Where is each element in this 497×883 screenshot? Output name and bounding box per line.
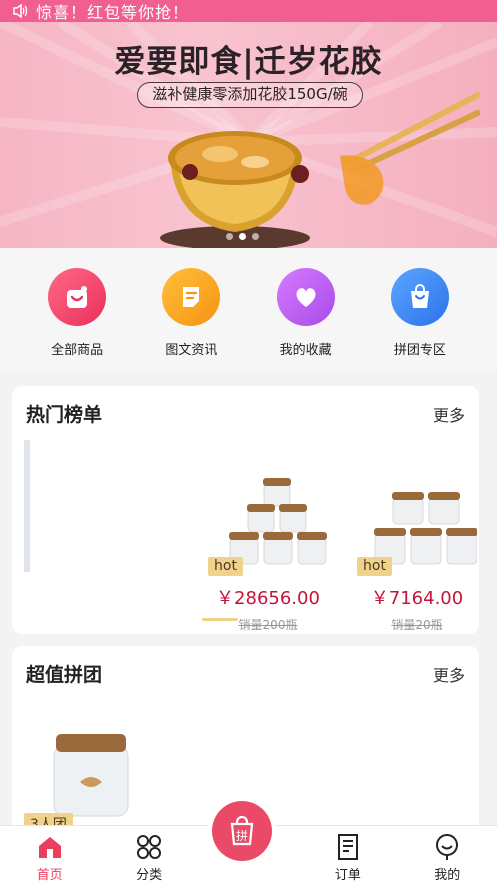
scroll-indicator — [202, 618, 238, 621]
quick-item-favorites[interactable]: 我的收藏 — [256, 268, 356, 370]
product-image: hot — [357, 476, 478, 576]
banner-carousel[interactable]: 爱要即食|迁岁花胶 滋补健康零添加花胶150G/碗 — [0, 22, 497, 248]
quick-item-news[interactable]: 图文资讯 — [141, 268, 241, 370]
product-card[interactable]: hot ￥28656.00 销量200瓶 — [208, 476, 328, 633]
banner-product-image — [160, 92, 480, 248]
more-link[interactable]: 更多 — [433, 662, 465, 686]
more-link[interactable]: 更多 — [433, 402, 465, 426]
product-card[interactable]: hot ￥7164.00 销量20瓶 — [357, 476, 478, 633]
product-price: ￥28656.00 — [216, 588, 320, 609]
product-image: hot — [208, 476, 328, 576]
quick-item-all-products[interactable]: 全部商品 — [27, 268, 127, 370]
heart-icon — [276, 268, 335, 326]
quick-item-group-buy[interactable]: 拼团专区 — [370, 268, 470, 370]
notice-text: 惊喜！红包等你抢！ — [36, 3, 190, 22]
tab-group-buy[interactable]: 拼 — [212, 801, 272, 861]
order-icon — [333, 833, 363, 861]
quick-label: 图文资讯 — [165, 343, 218, 358]
tab-label: 首页 — [36, 868, 63, 883]
section-title: 热门榜单 — [26, 404, 103, 426]
hot-tag: hot — [357, 557, 392, 576]
quick-label: 拼团专区 — [393, 343, 446, 358]
carousel-dot-active[interactable] — [239, 233, 246, 240]
notice-bar[interactable]: 惊喜！红包等你抢！ — [0, 0, 497, 22]
tab-label: 我的 — [434, 868, 461, 883]
group-product-card[interactable]: 3人团 — [24, 728, 134, 836]
product-sales: 销量20瓶 — [391, 618, 443, 632]
document-icon — [162, 268, 221, 326]
hot-product-scroller[interactable]: hot ￥28656.00 销量200瓶 hot ￥7164.00 销量20瓶 — [12, 438, 479, 632]
tab-label: 分类 — [136, 868, 163, 883]
speaker-icon — [13, 3, 28, 19]
tab-profile[interactable]: 我的 — [417, 826, 477, 883]
group-buy-label: 拼 — [236, 829, 248, 843]
hot-list-card: 热门榜单 更多 hot ￥28656.00 销量200瓶 hot ￥7164.0… — [12, 386, 479, 634]
tab-category[interactable]: 分类 — [119, 826, 179, 883]
carousel-dot[interactable] — [226, 233, 233, 240]
banner-title: 爱要即食|迁岁花胶 — [114, 44, 383, 80]
tab-orders[interactable]: 订单 — [318, 826, 378, 883]
quick-label: 我的收藏 — [279, 343, 332, 358]
group-buy-icon: 拼 — [230, 815, 254, 846]
quick-menu: 全部商品 图文资讯 我的收藏 拼团专区 — [0, 248, 497, 370]
hot-tag: hot — [208, 557, 243, 576]
product-price: ￥7164.00 — [370, 588, 464, 609]
category-icon — [134, 833, 164, 861]
tab-home[interactable]: 首页 — [20, 826, 80, 883]
shopping-bag-icon — [48, 268, 107, 326]
carousel-dot[interactable] — [252, 233, 259, 240]
carousel-indicator[interactable] — [226, 233, 259, 240]
group-bag-icon — [390, 268, 449, 326]
quick-label: 全部商品 — [51, 343, 104, 358]
section-title: 超值拼团 — [26, 664, 103, 686]
home-icon — [35, 833, 65, 861]
tab-label: 订单 — [334, 868, 361, 883]
profile-icon — [432, 833, 462, 861]
product-image-partial — [24, 440, 30, 572]
